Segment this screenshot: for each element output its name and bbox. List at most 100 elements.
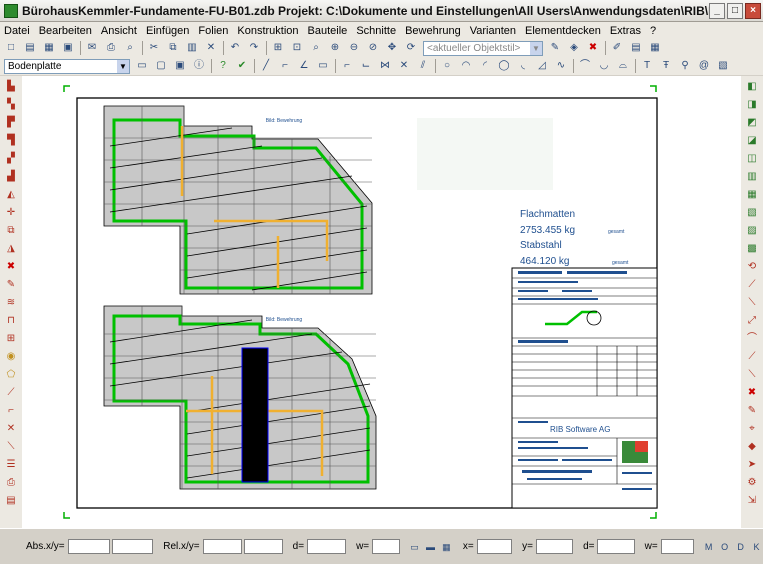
list-tool-icon[interactable]: ☰	[4, 458, 18, 472]
angle-line-icon[interactable]: ∠	[297, 59, 311, 73]
view-detail-icon[interactable]: ▦	[745, 188, 759, 202]
w2-field[interactable]	[660, 539, 695, 554]
abs-y-field[interactable]	[112, 539, 154, 554]
triangle-tool-icon[interactable]: ◭	[4, 188, 18, 202]
mirror-tool-icon[interactable]: ◮	[4, 242, 18, 256]
extend-icon[interactable]: ⌙	[359, 59, 373, 73]
paint-icon[interactable]: ✎	[745, 404, 759, 418]
preview-icon[interactable]: ⌕	[123, 41, 137, 55]
menu-datei[interactable]: Datei	[4, 25, 30, 37]
grid-icon[interactable]: ▦	[440, 540, 453, 554]
delete-style-icon[interactable]: ✖	[586, 41, 600, 55]
object-style-combo[interactable]: <aktueller Objektstil> ▼	[423, 40, 543, 56]
line-right-icon[interactable]: ⟋	[745, 278, 759, 292]
help-icon[interactable]: ?	[216, 59, 230, 73]
chevron-down-icon[interactable]: ▼	[117, 59, 129, 73]
hatch-icon[interactable]: ▧	[716, 59, 730, 73]
column-tool-icon[interactable]: ▜	[4, 134, 18, 148]
ellipse-icon[interactable]: ◯	[497, 59, 511, 73]
menu-ansicht[interactable]: Ansicht	[101, 25, 137, 37]
cross-icon[interactable]: ✕	[397, 59, 411, 73]
view-top-icon[interactable]: ◨	[745, 98, 759, 112]
mail-icon[interactable]: ✉	[85, 41, 99, 55]
export-icon[interactable]: ⇲	[745, 494, 759, 508]
layer-combo[interactable]: Bodenplatte ▼	[4, 58, 130, 74]
select-icon[interactable]: ⌖	[745, 422, 759, 436]
trim-icon[interactable]: ⌐	[340, 59, 354, 73]
new-file-icon[interactable]: □	[4, 41, 18, 55]
slab-tool-icon[interactable]: ▙	[4, 80, 18, 94]
view-front-icon[interactable]: ◩	[745, 116, 759, 130]
polygon-tool-icon[interactable]: ⬠	[4, 368, 18, 382]
menu-extras[interactable]: Extras	[610, 25, 641, 37]
diag2-right-icon[interactable]: ⟋	[745, 350, 759, 364]
menu-elementdecken[interactable]: Elementdecken	[525, 25, 601, 37]
offset-icon[interactable]: ⫽	[416, 59, 430, 73]
layer-copy-icon[interactable]: ▢	[154, 59, 168, 73]
edit-tool-icon[interactable]: ✎	[4, 278, 18, 292]
undo-icon[interactable]: ↶	[228, 41, 242, 55]
zoom-icon[interactable]: ⌕	[309, 41, 323, 55]
mirror-icon[interactable]: ⋈	[378, 59, 392, 73]
w-field[interactable]	[372, 539, 401, 554]
curve2-icon[interactable]: ◡	[597, 59, 611, 73]
rel-x-field[interactable]	[202, 539, 242, 554]
check-icon[interactable]: ✔	[235, 59, 249, 73]
dimension-tool-icon[interactable]: ⟋	[4, 386, 18, 400]
diag-tool-icon[interactable]: ⟍	[4, 440, 18, 454]
redraw-icon[interactable]: ⟳	[404, 41, 418, 55]
symbol-icon[interactable]: ⚲	[678, 59, 692, 73]
ortho-icon[interactable]: ▭	[408, 540, 421, 554]
menu-folien[interactable]: Folien	[198, 25, 228, 37]
x-field[interactable]	[476, 539, 513, 554]
delete-icon[interactable]: ✕	[204, 41, 218, 55]
zoom-all-icon[interactable]: ⊞	[271, 41, 285, 55]
curve-icon[interactable]: ⌒	[578, 59, 592, 73]
rotate-icon[interactable]: ⟲	[745, 260, 759, 274]
save-icon[interactable]: ▣	[61, 41, 75, 55]
menu-bewehrung[interactable]: Bewehrung	[405, 25, 461, 37]
info-icon[interactable]: ⓘ	[192, 59, 206, 73]
zoom-window-icon[interactable]: ⊡	[290, 41, 304, 55]
y-field[interactable]	[535, 539, 574, 554]
bend-right-icon[interactable]: ⌒	[745, 332, 759, 346]
menu-bearbeiten[interactable]: Bearbeiten	[39, 25, 92, 37]
beam-tool-icon[interactable]: ▚	[4, 98, 18, 112]
d2-field[interactable]	[597, 539, 635, 554]
rel-y-field[interactable]	[243, 539, 283, 554]
arc-icon[interactable]: ◠	[459, 59, 473, 73]
layer-move-icon[interactable]: ▣	[173, 59, 187, 73]
foundation-tool-icon[interactable]: ▟	[4, 170, 18, 184]
copy-icon[interactable]: ⧉	[166, 41, 180, 55]
fillet-icon[interactable]: ◟	[516, 59, 530, 73]
d-field[interactable]	[307, 539, 347, 554]
zoom-out-icon[interactable]: ⊖	[347, 41, 361, 55]
menu-bauteile[interactable]: Bauteile	[308, 25, 348, 37]
cross-tool-icon[interactable]: ✕	[4, 422, 18, 436]
circle-icon[interactable]: ○	[440, 59, 454, 73]
cube-icon[interactable]: ◆	[745, 440, 759, 454]
move-tool-icon[interactable]: ✛	[4, 206, 18, 220]
minimize-button[interactable]: _	[709, 2, 725, 19]
menu-schnitte[interactable]: Schnitte	[356, 25, 396, 37]
bend-tool-icon[interactable]: ⌐	[4, 404, 18, 418]
text-icon[interactable]: T	[640, 59, 654, 73]
pointer-icon[interactable]: ➤	[745, 458, 759, 472]
redo-icon[interactable]: ↷	[247, 41, 261, 55]
text-edit-icon[interactable]: Ŧ	[659, 59, 673, 73]
rectangle-icon[interactable]: ▭	[316, 59, 330, 73]
circle-tool-icon[interactable]: ◉	[4, 350, 18, 364]
view-grid-icon[interactable]: ▨	[745, 224, 759, 238]
arrow-right-icon[interactable]: ⤢	[745, 314, 759, 328]
menu-konstruktion[interactable]: Konstruktion	[237, 25, 298, 37]
zoom-prev-icon[interactable]: ⊘	[366, 41, 380, 55]
properties-icon[interactable]: ▤	[629, 41, 643, 55]
cut-icon[interactable]: ✂	[147, 41, 161, 55]
layer-icon[interactable]: ▭	[135, 59, 149, 73]
mode-k-icon[interactable]: K	[750, 540, 763, 554]
close-button[interactable]: ×	[745, 2, 761, 19]
print-tool-icon[interactable]: ⎙	[4, 476, 18, 490]
wall-tool-icon[interactable]: ▛	[4, 116, 18, 130]
drawing-canvas[interactable]: Bild: Bewehrung Bild: Bewehrung Flachmat…	[22, 76, 741, 528]
chamfer-icon[interactable]: ◿	[535, 59, 549, 73]
